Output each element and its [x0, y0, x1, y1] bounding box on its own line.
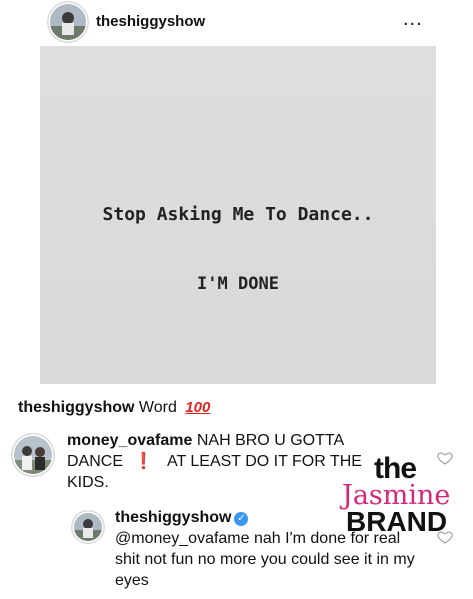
- avatar[interactable]: [50, 4, 86, 40]
- comment-username[interactable]: money_ovafame: [67, 432, 192, 449]
- verified-badge-icon: ✓: [234, 512, 249, 526]
- avatar-photo-icon: [14, 436, 52, 474]
- avatar[interactable]: [74, 513, 102, 541]
- post-image[interactable]: Stop Asking Me To Dance.. I'M DONE: [40, 46, 436, 384]
- hundred-emoji-icon: 100: [185, 399, 211, 416]
- watermark-line3: BRAND: [346, 506, 448, 537]
- comment-text: money_ovafame NAH BRO U GOTTA DANCE ❗ AT…: [67, 430, 387, 493]
- post-caption: theshiggyshow Word 100: [18, 399, 210, 417]
- post-header: theshiggyshow ...: [0, 0, 473, 44]
- more-options-icon[interactable]: ...: [403, 8, 423, 31]
- post-username[interactable]: theshiggyshow: [96, 13, 205, 30]
- avatar-photo-icon: [74, 513, 102, 541]
- avatar[interactable]: [14, 436, 52, 474]
- brand-watermark: the Jasmine BRAND: [340, 452, 465, 538]
- post-image-text-line1: Stop Asking Me To Dance..: [102, 204, 374, 225]
- caption-username[interactable]: theshiggyshow: [18, 399, 134, 416]
- avatar-photo-icon: [50, 4, 86, 40]
- exclamation-emoji-icon: ❗: [133, 453, 154, 470]
- comment-mention[interactable]: @money_ovafame: [115, 530, 250, 547]
- caption-text: Word: [138, 399, 177, 416]
- comment-username[interactable]: theshiggyshow: [115, 509, 231, 526]
- post-image-text-line2: I'M DONE: [197, 274, 279, 294]
